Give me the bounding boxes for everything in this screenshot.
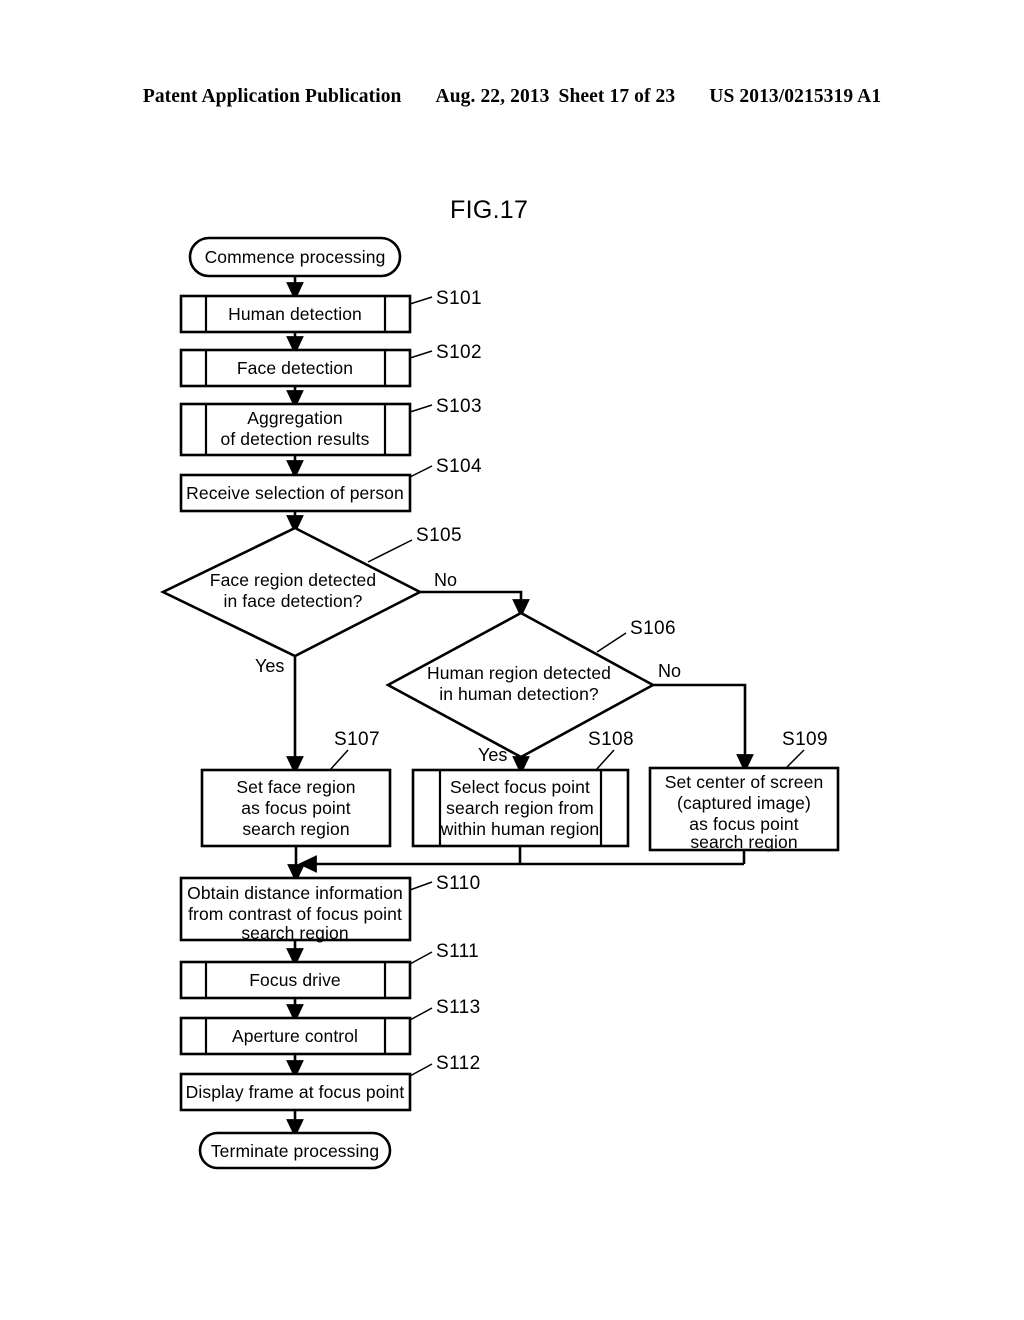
leader-s103 — [409, 404, 433, 413]
step-label-s106: S106 — [630, 618, 676, 639]
leader-s112 — [409, 1063, 433, 1077]
node-s112-label: Display frame at focus point — [186, 1082, 405, 1102]
step-label-s101: S101 — [436, 288, 482, 309]
branch-label-s105-yes: Yes — [255, 656, 284, 676]
node-s105-label-line2: in face detection? — [224, 591, 363, 611]
leader-s104 — [409, 465, 433, 478]
leader-s108 — [595, 749, 615, 771]
leader-s105 — [367, 539, 413, 563]
step-label-s102: S102 — [436, 342, 482, 363]
node-s110-label-line2: from contrast of focus point — [188, 904, 402, 924]
step-label-s112: S112 — [436, 1053, 481, 1074]
terminal-start-label: Commence processing — [205, 247, 386, 267]
node-s107-label-line3: search region — [242, 819, 349, 839]
step-label-s103: S103 — [436, 396, 482, 417]
branch-label-s106-no: No — [658, 661, 681, 681]
leader-s109 — [785, 749, 805, 769]
node-s107-label-line2: as focus point — [241, 798, 350, 818]
leader-s111 — [409, 951, 433, 965]
node-s106-label-line2: in human detection? — [439, 684, 599, 704]
leader-s101 — [409, 296, 433, 305]
node-s109-label-line4: search region — [690, 832, 797, 852]
step-label-s109: S109 — [782, 729, 828, 750]
branch-label-s106-yes: Yes — [478, 745, 507, 765]
node-s108-label-line1: Select focus point — [450, 777, 590, 797]
step-label-s113: S113 — [436, 997, 481, 1018]
step-label-s104: S104 — [436, 456, 482, 477]
connector-s106-no-to-s109 — [653, 683, 754, 773]
step-label-s111: S111 — [436, 941, 479, 962]
node-s103-label-line2: of detection results — [221, 429, 370, 449]
node-s109-label-line2: (captured image) — [677, 793, 811, 813]
branch-label-s105-no: No — [434, 570, 457, 590]
node-s109-label-line3: as focus point — [689, 814, 798, 834]
step-label-s107: S107 — [334, 729, 380, 750]
step-label-s110: S110 — [436, 873, 481, 894]
node-s113-label: Aperture control — [232, 1026, 358, 1046]
flowchart-canvas: FIG.17 Commence processing Human detecti… — [160, 196, 840, 1170]
node-s106-label-line1: Human region detected — [427, 663, 611, 683]
node-s101-label: Human detection — [228, 304, 362, 324]
node-s102-label: Face detection — [237, 358, 353, 378]
leader-s110 — [409, 881, 433, 891]
leader-s106 — [596, 632, 627, 653]
connector-s105-no-to-s106 — [420, 590, 530, 618]
figure-flowchart: FIG.17 Commence processing Human detecti… — [0, 0, 1024, 1320]
node-s111-label: Focus drive — [249, 970, 341, 990]
node-s107-label-line1: Set face region — [236, 777, 355, 797]
leader-s107 — [329, 749, 349, 771]
figure-title: FIG.17 — [450, 196, 528, 224]
step-label-s108: S108 — [588, 729, 634, 750]
node-s104-label: Receive selection of person — [186, 483, 404, 503]
patent-page: Patent Application Publication Aug. 22, … — [0, 0, 1024, 1320]
node-s103-label-line1: Aggregation — [247, 408, 342, 428]
node-s105-label-line1: Face region detected — [210, 570, 376, 590]
node-s110-label-line1: Obtain distance information — [187, 883, 403, 903]
terminal-end-label: Terminate processing — [211, 1141, 379, 1161]
node-s108-label-line2: search region from — [446, 798, 594, 818]
node-s109-label-line1: Set center of screen — [665, 772, 824, 792]
step-label-s105: S105 — [416, 525, 462, 546]
leader-s102 — [409, 350, 433, 359]
leader-s113 — [409, 1007, 433, 1021]
node-s108-label-line3: within human region — [440, 819, 600, 839]
